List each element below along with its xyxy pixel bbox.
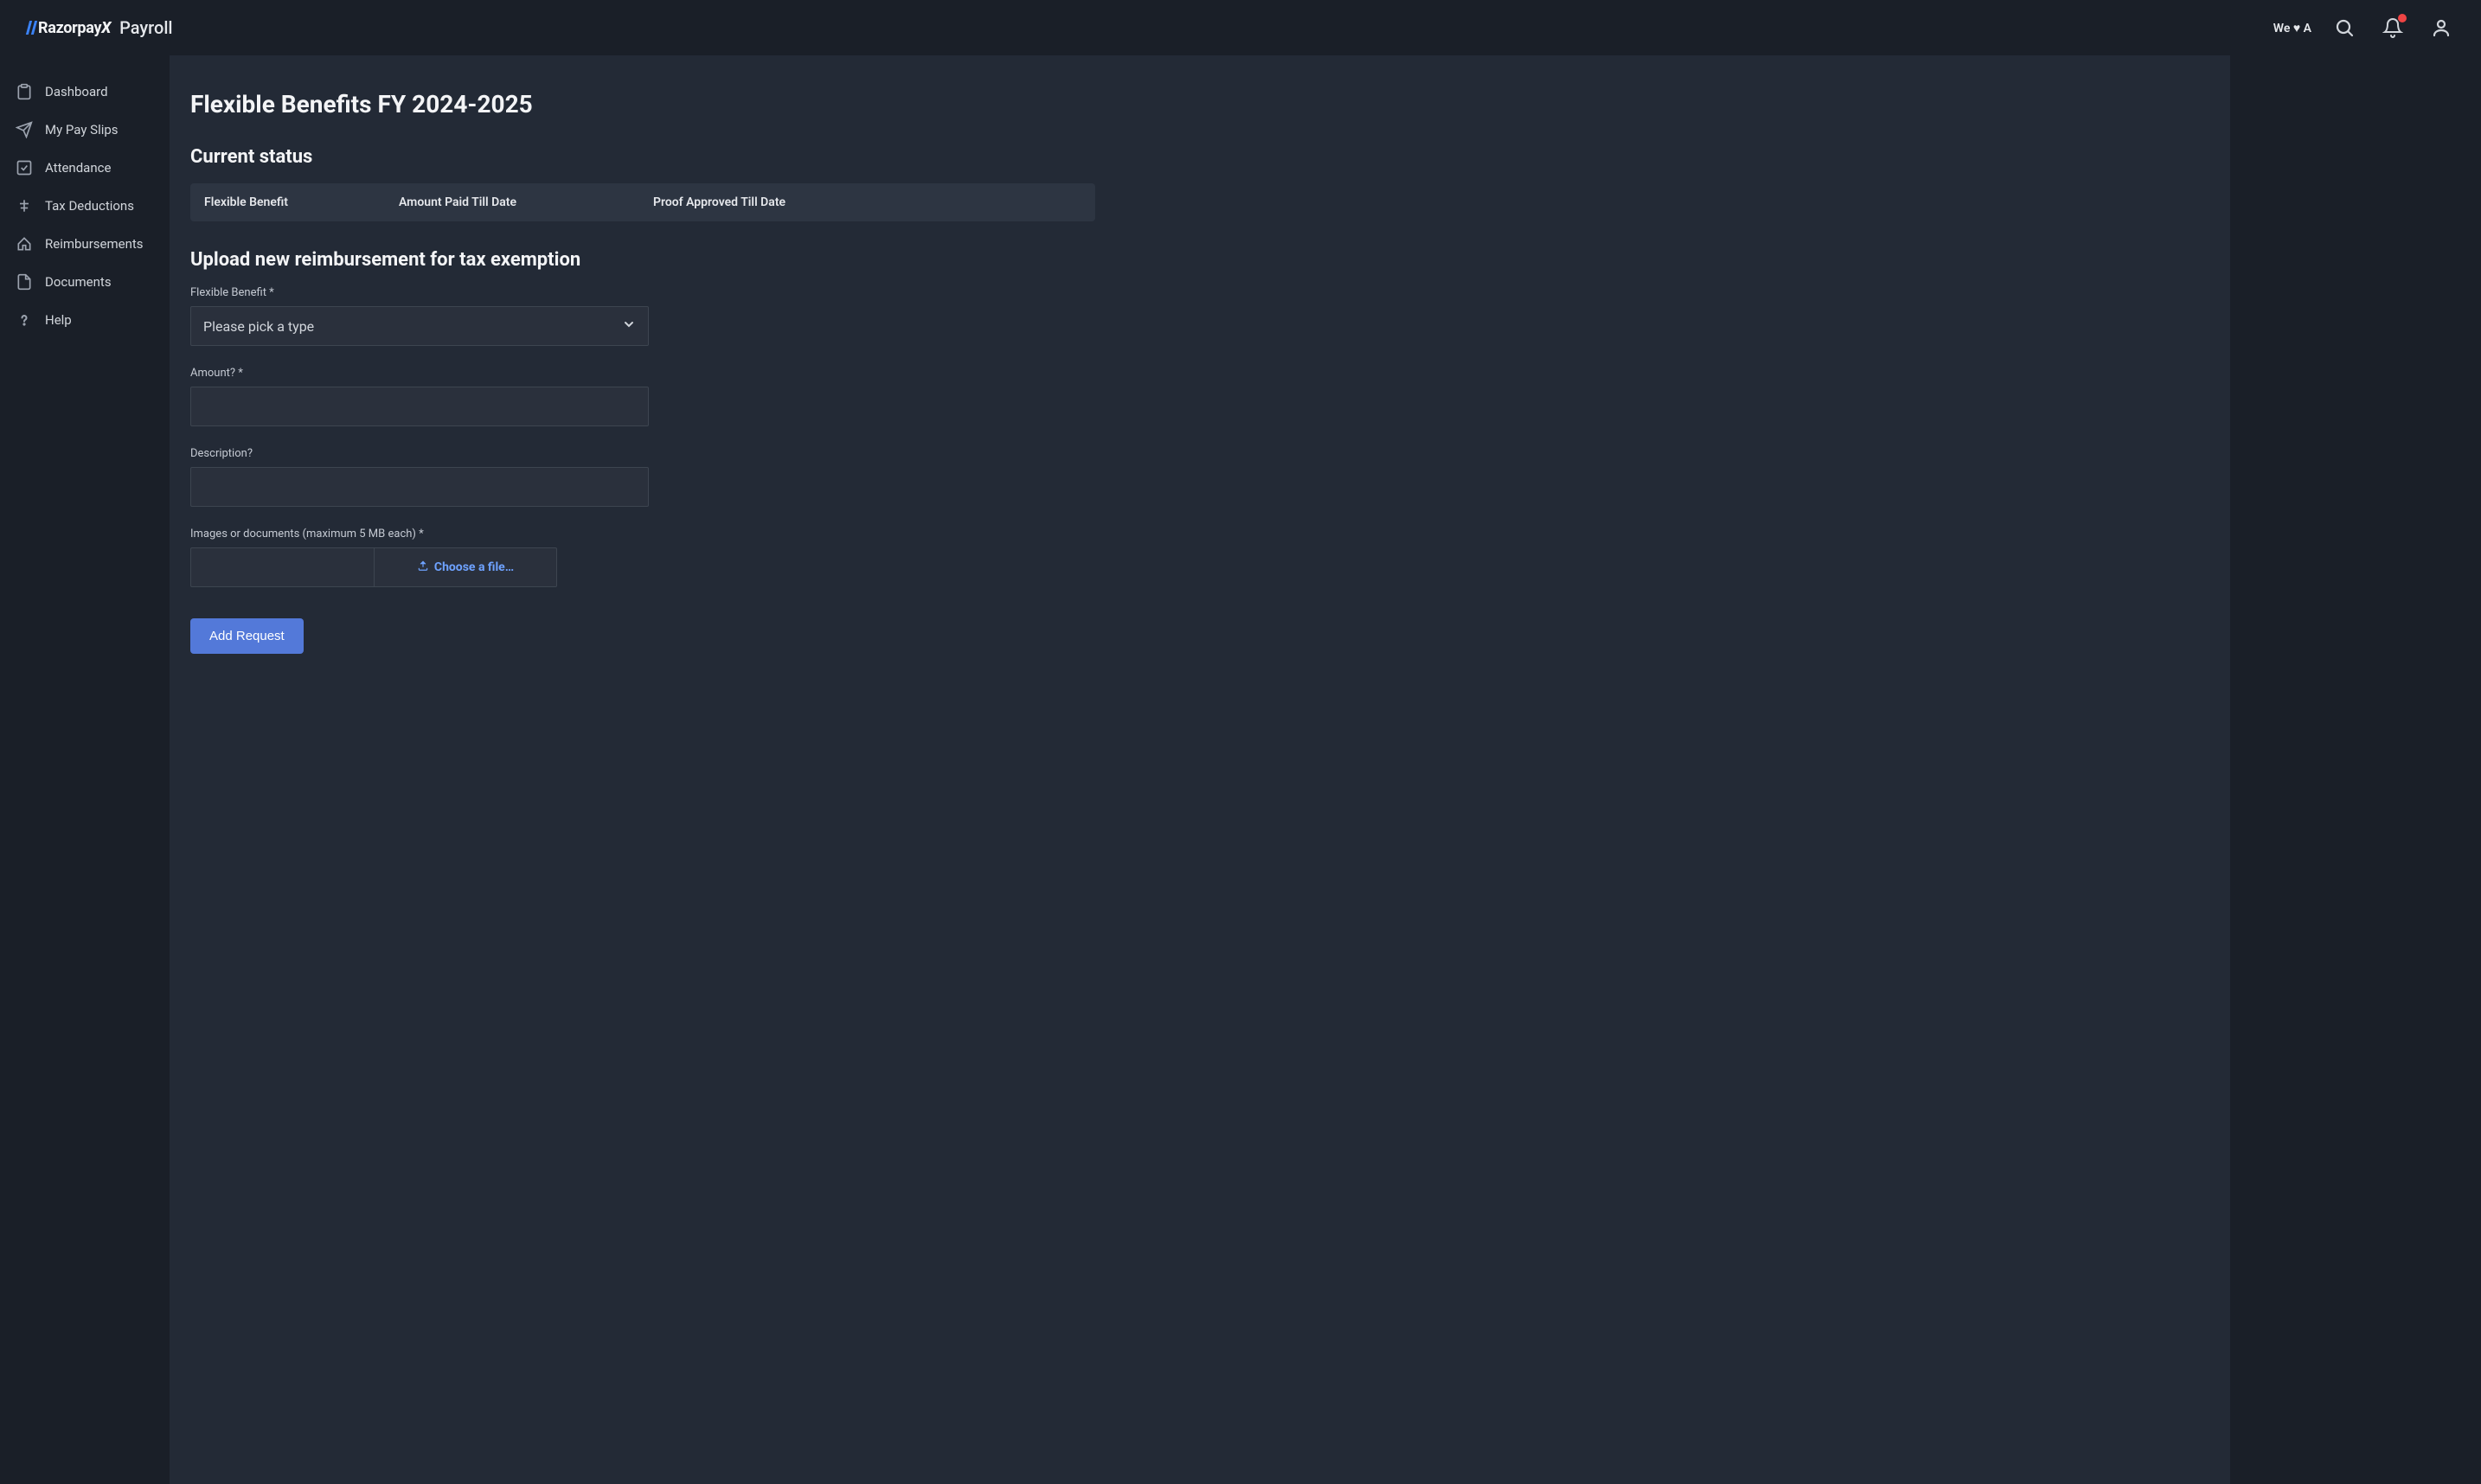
add-request-button[interactable]: Add Request [190,618,304,654]
sidebar-item-help[interactable]: Help [0,301,170,339]
notifications-icon[interactable] [2381,16,2405,40]
upload-icon [417,560,429,575]
sidebar-item-label: My Pay Slips [45,122,119,138]
search-icon[interactable] [2332,16,2356,40]
sidebar-item-attendance[interactable]: Attendance [0,149,170,187]
notification-dot [2398,14,2407,22]
sidebar-item-reimbursements[interactable]: Reimbursements [0,225,170,263]
amount-label: Amount? * [190,367,1095,380]
profile-icon[interactable] [2429,16,2453,40]
chevron-down-icon [622,317,636,335]
heart-text: We ♥ A [2273,21,2311,35]
sidebar-item-label: Tax Deductions [45,198,134,214]
amount-input[interactable] [190,387,649,426]
sidebar-item-dashboard[interactable]: Dashboard [0,73,170,111]
sidebar-item-label: Attendance [45,160,111,176]
brand-accent: X [101,19,111,37]
status-table-header: Flexible Benefit Amount Paid Till Date P… [190,183,1095,221]
choose-file-button[interactable]: Choose a file… [375,560,556,575]
sidebar-item-payslips[interactable]: My Pay Slips [0,111,170,149]
sidebar-item-documents[interactable]: Documents [0,263,170,301]
current-status-title: Current status [190,146,1095,168]
upload-title: Upload new reimbursement for tax exempti… [190,249,1095,271]
sidebar-item-tax-deductions[interactable]: Tax Deductions [0,187,170,225]
file-name-display [191,548,375,586]
sidebar-item-label: Reimbursements [45,236,144,252]
col-proof-approved: Proof Approved Till Date [653,195,1081,209]
product-name: Payroll [119,17,172,38]
page-title: Flexible Benefits FY 2024-2025 [190,90,1095,118]
brand-text: Razorpay [38,19,101,37]
col-flexible-benefit: Flexible Benefit [204,195,399,209]
benefit-placeholder: Please pick a type [203,318,314,335]
sidebar-item-label: Dashboard [45,84,108,99]
description-label: Description? [190,447,1095,460]
logo[interactable]: RazorpayX Payroll [28,17,173,38]
col-amount-paid: Amount Paid Till Date [399,195,653,209]
file-upload[interactable]: Choose a file… [190,547,557,587]
benefit-label: Flexible Benefit * [190,286,1095,299]
sidebar-item-label: Help [45,312,72,328]
description-input[interactable] [190,467,649,507]
benefit-select[interactable]: Please pick a type [190,306,649,346]
files-label: Images or documents (maximum 5 MB each) … [190,528,1095,541]
sidebar-item-label: Documents [45,274,112,290]
choose-file-label: Choose a file… [434,560,514,574]
sidebar: Dashboard My Pay Slips Attendance Tax De… [0,55,170,1484]
